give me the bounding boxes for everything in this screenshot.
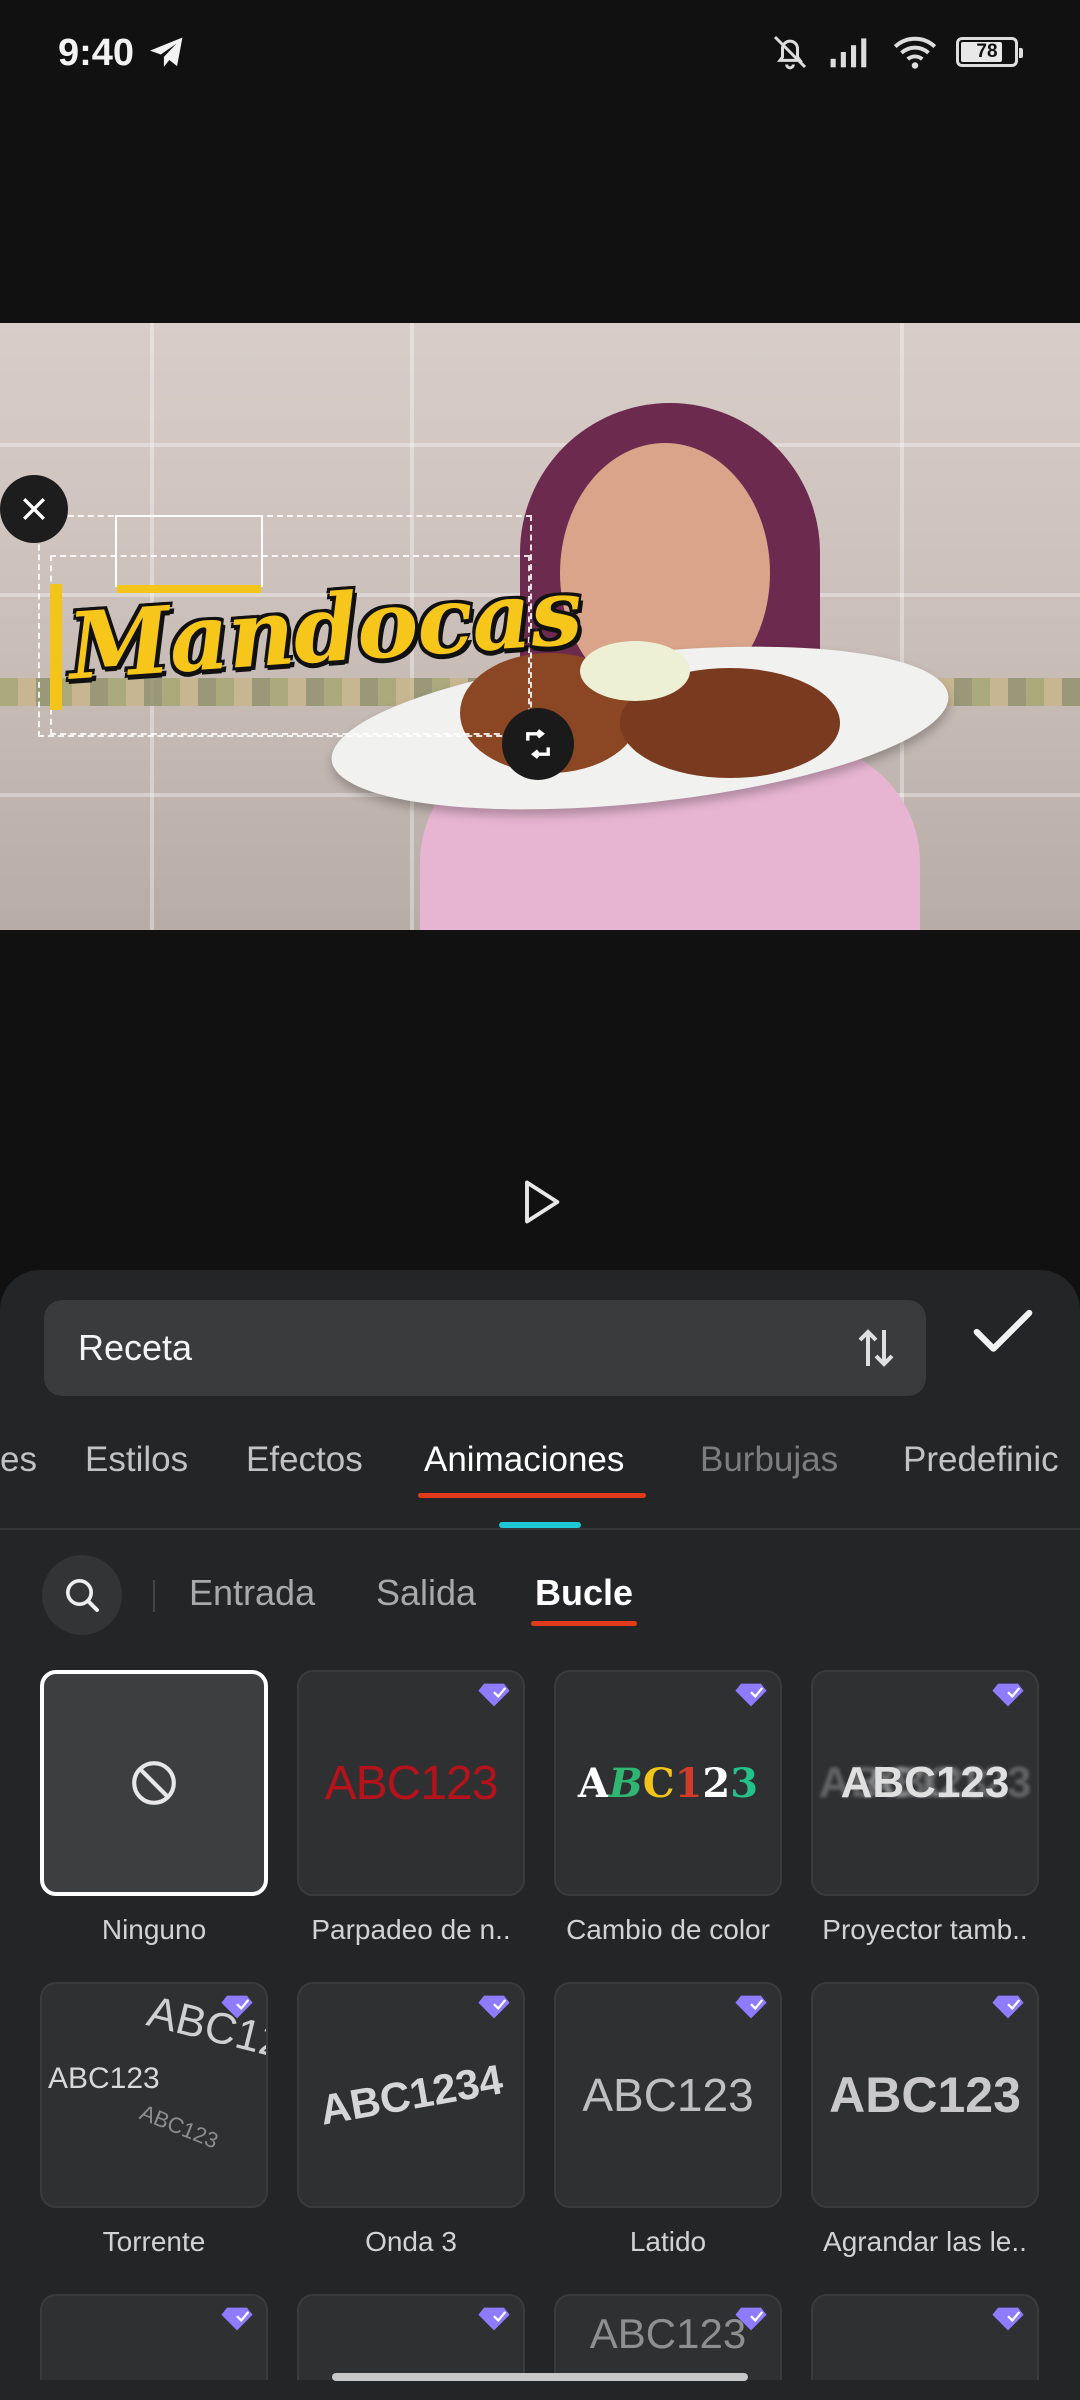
text-element-frame[interactable] xyxy=(115,515,263,593)
premium-gem-icon xyxy=(735,2307,767,2331)
animation-thumb[interactable]: ABC123 xyxy=(554,2294,782,2380)
animation-label: Parpadeo de n.. xyxy=(311,1914,511,1945)
premium-gem-icon xyxy=(221,1995,253,2019)
telegram-icon xyxy=(150,37,183,67)
premium-gem-icon xyxy=(478,2307,510,2331)
animation-thumb[interactable] xyxy=(811,2294,1039,2380)
status-bar: 9:40 78 xyxy=(0,0,1080,110)
animation-thumb[interactable]: ABC123 xyxy=(554,1982,782,2208)
animation-label: Cambio de color xyxy=(566,1914,770,1945)
animation-label: Ninguno xyxy=(101,1914,207,1945)
animation-thumb[interactable]: ABC123 ABC123 ABC123 xyxy=(40,1982,268,2208)
play-icon[interactable] xyxy=(514,1176,566,1228)
wifi-icon xyxy=(893,36,937,69)
subtab-entrada[interactable]: Entrada xyxy=(189,1572,315,1614)
animation-item[interactable]: Ninguno xyxy=(40,1670,268,1946)
tab-efectos[interactable]: Efectos xyxy=(246,1440,363,1480)
battery-indicator: 78 xyxy=(956,37,1023,67)
subtab-bucle[interactable]: Bucle xyxy=(530,1572,638,1626)
animation-thumb[interactable] xyxy=(297,2294,525,2380)
tab-animaciones[interactable]: Animaciones xyxy=(417,1440,647,1498)
animation-thumb[interactable]: ABC123 xyxy=(554,1670,782,1896)
home-indicator[interactable] xyxy=(332,2373,748,2381)
animation-label: Onda 3 xyxy=(365,2226,457,2257)
animation-label: Agrandar las le.. xyxy=(823,2226,1027,2257)
animation-thumb[interactable]: ABC123 xyxy=(811,1982,1039,2208)
animation-item[interactable] xyxy=(297,2294,525,2380)
animation-item[interactable]: ABC123 xyxy=(554,2294,782,2380)
animation-item[interactable]: ABC123 Latido xyxy=(554,1982,782,2258)
tab-es[interactable]: es xyxy=(0,1440,37,1480)
animation-thumb[interactable]: ABC1234 xyxy=(297,1982,525,2208)
search-icon xyxy=(66,1579,99,1612)
rotate-icon xyxy=(526,729,550,759)
animation-label: Torrente xyxy=(102,2226,206,2257)
animation-item[interactable]: ABC123 Agrandar las le.. xyxy=(811,1982,1039,2258)
swap-order-icon[interactable] xyxy=(856,1326,896,1370)
premium-gem-icon xyxy=(992,2307,1024,2331)
none-icon xyxy=(132,1761,176,1805)
tab-estilos[interactable]: Estilos xyxy=(85,1440,188,1480)
animation-item[interactable]: ABC123 Proyector tamb.. xyxy=(811,1670,1039,1946)
category-tabs: es Estilos Efectos Animaciones Burbujas … xyxy=(0,1420,1080,1530)
tab-burbujas[interactable]: Burbujas xyxy=(700,1440,838,1480)
animation-label: Proyector tamb.. xyxy=(822,1914,1028,1945)
animation-label: Latido xyxy=(629,2226,707,2257)
text-input[interactable]: Receta xyxy=(44,1300,926,1396)
bell-muted-icon xyxy=(773,35,807,70)
signal-icon xyxy=(830,38,867,68)
animation-thumb[interactable]: ABC123 xyxy=(297,1670,525,1896)
premium-gem-icon xyxy=(221,2307,253,2331)
animation-item[interactable]: ABC123 Cambio de color xyxy=(554,1670,782,1946)
premium-gem-icon xyxy=(478,1995,510,2019)
premium-gem-icon xyxy=(735,1995,767,2019)
animation-thumb[interactable] xyxy=(40,2294,268,2380)
status-time: 9:40 xyxy=(58,32,135,74)
animation-item[interactable]: ABC123 ABC123 ABC123 Torrente xyxy=(40,1982,268,2258)
animation-item[interactable] xyxy=(811,2294,1039,2380)
delete-text-button[interactable] xyxy=(0,475,68,543)
close-icon xyxy=(23,498,45,520)
animation-item[interactable]: ABC1234 Onda 3 xyxy=(297,1982,525,2258)
text-input-value: Receta xyxy=(78,1327,193,1368)
animation-thumb[interactable]: ABC123 xyxy=(811,1670,1039,1896)
confirm-check-icon[interactable] xyxy=(972,1308,1034,1356)
animation-item[interactable] xyxy=(40,2294,268,2380)
search-button[interactable] xyxy=(42,1555,122,1635)
premium-gem-icon xyxy=(478,1683,510,1707)
premium-gem-icon xyxy=(735,1683,767,1707)
animation-item[interactable]: ABC123 Parpadeo de n.. xyxy=(297,1670,525,1946)
premium-gem-icon xyxy=(992,1995,1024,2019)
animation-thumb[interactable] xyxy=(40,1670,268,1896)
tab-predefinidos[interactable]: Predefinic xyxy=(903,1440,1059,1480)
subtab-salida[interactable]: Salida xyxy=(376,1572,476,1614)
rotate-scale-handle[interactable] xyxy=(502,708,574,780)
premium-gem-icon xyxy=(992,1683,1024,1707)
